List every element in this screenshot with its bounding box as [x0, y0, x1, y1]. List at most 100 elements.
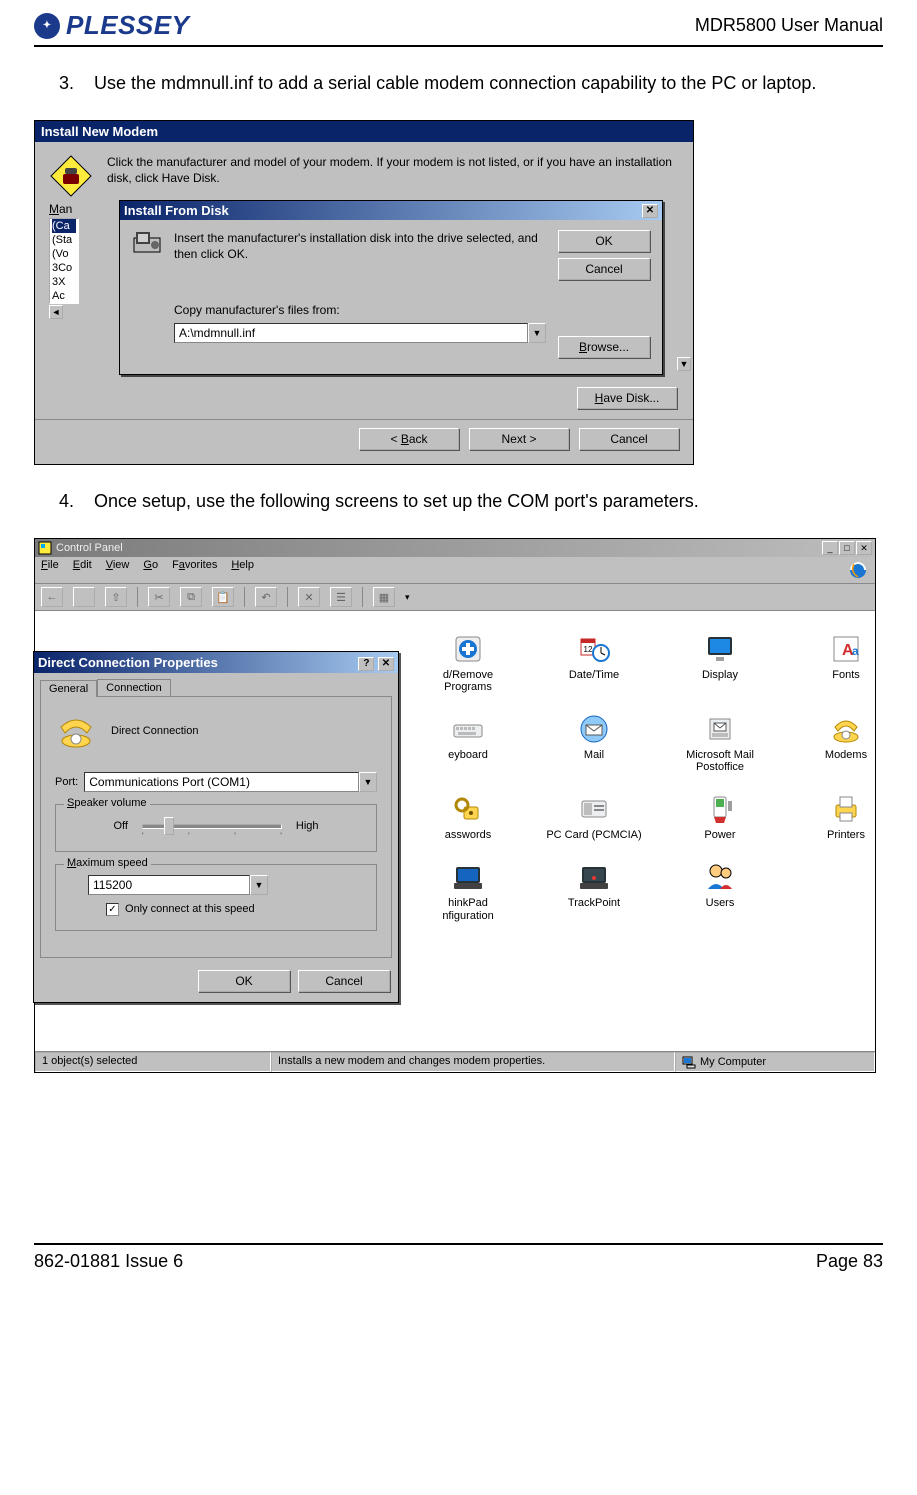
cp-item-label: Printers	[791, 829, 901, 841]
browse-button[interactable]: Browse...	[558, 336, 650, 358]
cp-item[interactable]: PC Card (PCMCIA)	[539, 791, 649, 841]
close-icon[interactable]: ✕	[378, 657, 394, 671]
cp-item-label: TrackPoint	[539, 897, 649, 909]
thinkpad-config-icon	[413, 859, 523, 895]
chevron-down-icon[interactable]: ▼	[528, 323, 546, 343]
cp-item[interactable]: 12 Date/Time	[539, 631, 649, 693]
cp-item[interactable]: eyboard	[413, 711, 523, 773]
volume-slider[interactable]: ''''	[142, 815, 282, 837]
cut-icon[interactable]: ✂	[148, 587, 170, 607]
close-icon[interactable]: ✕	[642, 204, 658, 218]
cancel-button[interactable]: Cancel	[558, 258, 650, 280]
views-icon[interactable]: ▦	[373, 587, 395, 607]
cp-item[interactable]: Modems	[791, 711, 901, 773]
only-connect-checkbox[interactable]: ✓ Only connect at this speed	[106, 903, 255, 916]
floppy-disk-icon	[132, 230, 162, 358]
cp-item[interactable]: asswords	[413, 791, 523, 841]
menu-edit[interactable]: Edit	[73, 559, 92, 581]
manufacturers-list[interactable]: (Ca (Sta (Vo 3Co 3X Ac	[49, 218, 79, 304]
cp-item[interactable]: Users	[665, 859, 775, 921]
mfr-item[interactable]: (Vo	[52, 247, 76, 261]
cp-item-label: Power	[665, 829, 775, 841]
step-3-text: Use the mdmnull.inf to add a serial cabl…	[94, 73, 816, 94]
manufacturers-label-u: M	[49, 202, 59, 216]
checkbox-checked-icon[interactable]: ✓	[106, 903, 119, 916]
have-disk-button[interactable]: Have Disk...	[577, 387, 677, 409]
mfr-item[interactable]: (Sta	[52, 233, 76, 247]
passwords-icon	[413, 791, 523, 827]
cp-item-label: Display	[665, 669, 775, 681]
menu-help[interactable]: Help	[231, 559, 254, 581]
menu-favorites[interactable]: Favorites	[172, 559, 217, 581]
install-from-disk-window: Install From Disk ✕ Insert the manufactu…	[119, 200, 663, 375]
maximize-icon[interactable]: □	[839, 541, 855, 555]
svg-text:a: a	[852, 644, 859, 658]
cp-item[interactable]: Power	[665, 791, 775, 841]
properties-icon[interactable]: ☰	[330, 587, 352, 607]
up-folder-icon[interactable]: ⇧	[105, 587, 127, 607]
port-select[interactable]: Communications Port (COM1)	[84, 772, 359, 792]
mfr-item[interactable]: 3Co	[52, 261, 76, 275]
status-location: My Computer	[675, 1052, 875, 1072]
max-speed-select[interactable]: 115200	[88, 875, 250, 895]
cp-item[interactable]: hinkPadnfiguration	[413, 859, 523, 921]
cp-item[interactable]: AaFonts	[791, 631, 901, 693]
chevron-down-icon[interactable]: ▼	[250, 875, 268, 895]
undo-icon[interactable]: ↶	[255, 587, 277, 607]
menu-view[interactable]: View	[106, 559, 130, 581]
brand-text: PLESSEY	[66, 10, 189, 41]
mfr-item[interactable]: Ac	[52, 289, 76, 303]
step-4-text: Once setup, use the following screens to…	[94, 491, 699, 512]
ok-button[interactable]: OK	[198, 970, 290, 992]
status-selection: 1 object(s) selected	[35, 1052, 271, 1072]
copy-icon[interactable]: ⧉	[180, 587, 202, 607]
pc-card-icon	[539, 791, 649, 827]
cp-item[interactable]: Printers	[791, 791, 901, 841]
install-from-disk-title: Install From Disk	[124, 203, 229, 218]
cp-item[interactable]: Microsoft MailPostoffice	[665, 711, 775, 773]
cancel-button[interactable]: Cancel	[298, 970, 390, 992]
tab-connection[interactable]: Connection	[97, 679, 171, 696]
keyboard-icon	[413, 711, 523, 747]
cp-item[interactable]: TrackPoint	[539, 859, 649, 921]
cp-item[interactable]: d/RemovePrograms	[413, 631, 523, 693]
cancel-button[interactable]: Cancel	[579, 428, 679, 450]
back-button[interactable]: < Back	[359, 428, 459, 450]
back-arrow-icon[interactable]: ←	[41, 587, 63, 607]
delete-icon[interactable]: ✕	[298, 587, 320, 607]
slider-high-label: High	[296, 820, 319, 832]
svg-text:12: 12	[584, 645, 593, 654]
step-4: 4. Once setup, use the following screens…	[50, 491, 870, 512]
mfr-item[interactable]: (Ca	[52, 219, 76, 233]
close-icon[interactable]: ✕	[856, 541, 872, 555]
page-number: Page 83	[816, 1251, 883, 1272]
cp-item-label: Microsoft MailPostoffice	[665, 749, 775, 773]
cp-item[interactable]: Display	[665, 631, 775, 693]
device-name: Direct Connection	[111, 725, 198, 737]
step-4-number: 4.	[50, 491, 74, 512]
mail-icon	[539, 711, 649, 747]
help-icon[interactable]: ?	[358, 657, 374, 671]
tab-general[interactable]: General	[40, 680, 97, 697]
next-button[interactable]: Next >	[469, 428, 569, 450]
power-icon	[665, 791, 775, 827]
scroll-left-icon[interactable]: ◄	[49, 305, 63, 319]
paste-icon[interactable]: 📋	[212, 587, 234, 607]
menu-go[interactable]: Go	[143, 559, 158, 581]
ok-button[interactable]: OK	[558, 230, 650, 252]
scroll-down-icon[interactable]: ▼	[677, 357, 691, 371]
mfr-item[interactable]: 3X	[52, 275, 76, 289]
chevron-down-icon[interactable]: ▼	[359, 772, 377, 792]
props-title: Direct Connection Properties	[38, 655, 218, 670]
page-footer: 862-01881 Issue 6 Page 83	[34, 1243, 883, 1272]
menu-file[interactable]: File	[41, 559, 59, 581]
manufacturers-label-rest: an	[59, 202, 72, 216]
cp-item[interactable]: Mail	[539, 711, 649, 773]
forward-arrow-icon[interactable]: →	[73, 587, 95, 607]
speaker-volume-group: Speaker volume Off '''' High	[55, 804, 377, 852]
cp-item-label: Date/Time	[539, 669, 649, 681]
path-input[interactable]: A:\mdmnull.inf	[174, 323, 528, 343]
port-label: Port:	[55, 776, 78, 788]
minimize-icon[interactable]: _	[822, 541, 838, 555]
control-panel-body: Direct Connection Properties ? ✕ General…	[35, 611, 875, 1051]
